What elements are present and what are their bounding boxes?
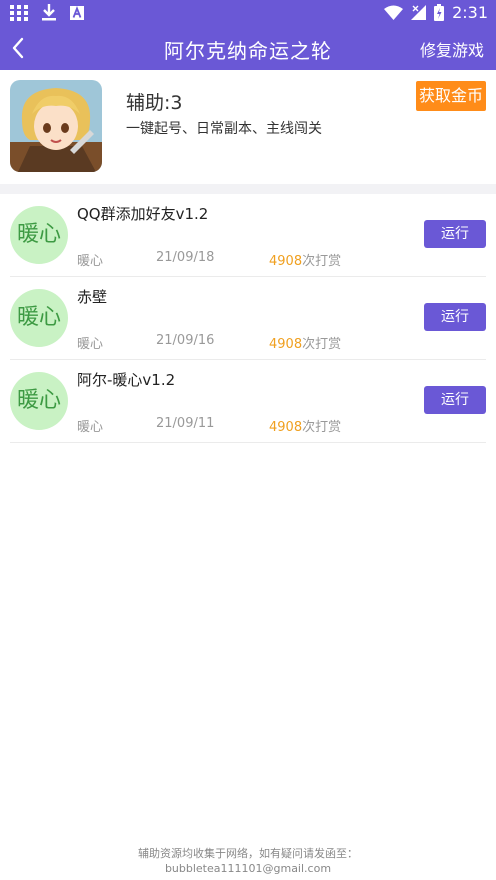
run-button[interactable]: 运行 [424, 220, 486, 248]
status-time: 2:31 [452, 3, 488, 22]
reward-suffix: 次打赏 [302, 337, 342, 352]
script-author: 暖心 [77, 254, 104, 269]
battery-icon [434, 4, 445, 21]
script-title: QQ群添加好友v1.2 [77, 205, 209, 223]
list-item[interactable]: 暖心 QQ群添加好友v1.2 暖心 21/09/18 4908次打赏 运行 [10, 194, 486, 277]
grid-icon [10, 4, 28, 21]
script-title: 赤壁 [77, 288, 108, 306]
reward-suffix: 次打赏 [302, 254, 342, 269]
script-date: 21/09/18 [156, 250, 215, 265]
reward-count: 4908次打赏 [269, 250, 341, 269]
reward-suffix: 次打赏 [302, 420, 342, 435]
download-icon [42, 4, 56, 21]
reward-count: 4908次打赏 [269, 333, 341, 352]
script-date: 21/09/11 [156, 416, 215, 431]
list-item[interactable]: 暖心 阿尔-暖心v1.2 暖心 21/09/11 4908次打赏 运行 [10, 360, 486, 443]
footer-line-1: 辅助资源均收集于网络，如有疑问请发函至： [138, 847, 358, 860]
reward-number: 4908 [269, 420, 303, 435]
run-button[interactable]: 运行 [424, 303, 486, 331]
status-bar: 2:31 [0, 0, 496, 26]
script-list: 暖心 QQ群添加好友v1.2 暖心 21/09/18 4908次打赏 运行 暖心… [0, 194, 496, 443]
footer-email: bubbletea111101@gmail.com [164, 862, 332, 875]
aux-description: 一键起号、日常副本、主线闯关 [126, 121, 322, 137]
author-avatar: 暖心 [10, 372, 68, 430]
get-coins-button[interactable]: 获取金币 [416, 81, 486, 111]
repair-game-button[interactable]: 修复游戏 [420, 37, 484, 61]
footer-notice: 辅助资源均收集于网络，如有疑问请发函至： bubbletea111101@gma… [0, 846, 496, 876]
list-item[interactable]: 暖心 赤壁 暖心 21/09/16 4908次打赏 运行 [10, 277, 486, 360]
run-button[interactable]: 运行 [424, 386, 486, 414]
game-avatar [10, 80, 102, 172]
reward-number: 4908 [269, 337, 303, 352]
script-author: 暖心 [77, 337, 104, 352]
status-left-icons [10, 4, 84, 21]
signal-icon [411, 5, 427, 20]
author-avatar: 暖心 [10, 206, 68, 264]
section-divider [0, 184, 496, 194]
script-title: 阿尔-暖心v1.2 [77, 371, 176, 389]
reward-count: 4908次打赏 [269, 416, 341, 435]
aux-count: 辅助:3 [126, 92, 183, 114]
a-icon [70, 5, 84, 20]
script-author: 暖心 [77, 420, 104, 435]
author-avatar: 暖心 [10, 289, 68, 347]
status-right-icons: 2:31 [384, 3, 488, 22]
script-date: 21/09/16 [156, 333, 215, 348]
reward-number: 4908 [269, 254, 303, 269]
title-bar: 阿尔克纳命运之轮 修复游戏 [0, 26, 496, 70]
wifi-icon [384, 5, 404, 20]
game-character-icon [10, 80, 102, 172]
game-info-card: 辅助:3 一键起号、日常副本、主线闯关 获取金币 [0, 70, 496, 184]
